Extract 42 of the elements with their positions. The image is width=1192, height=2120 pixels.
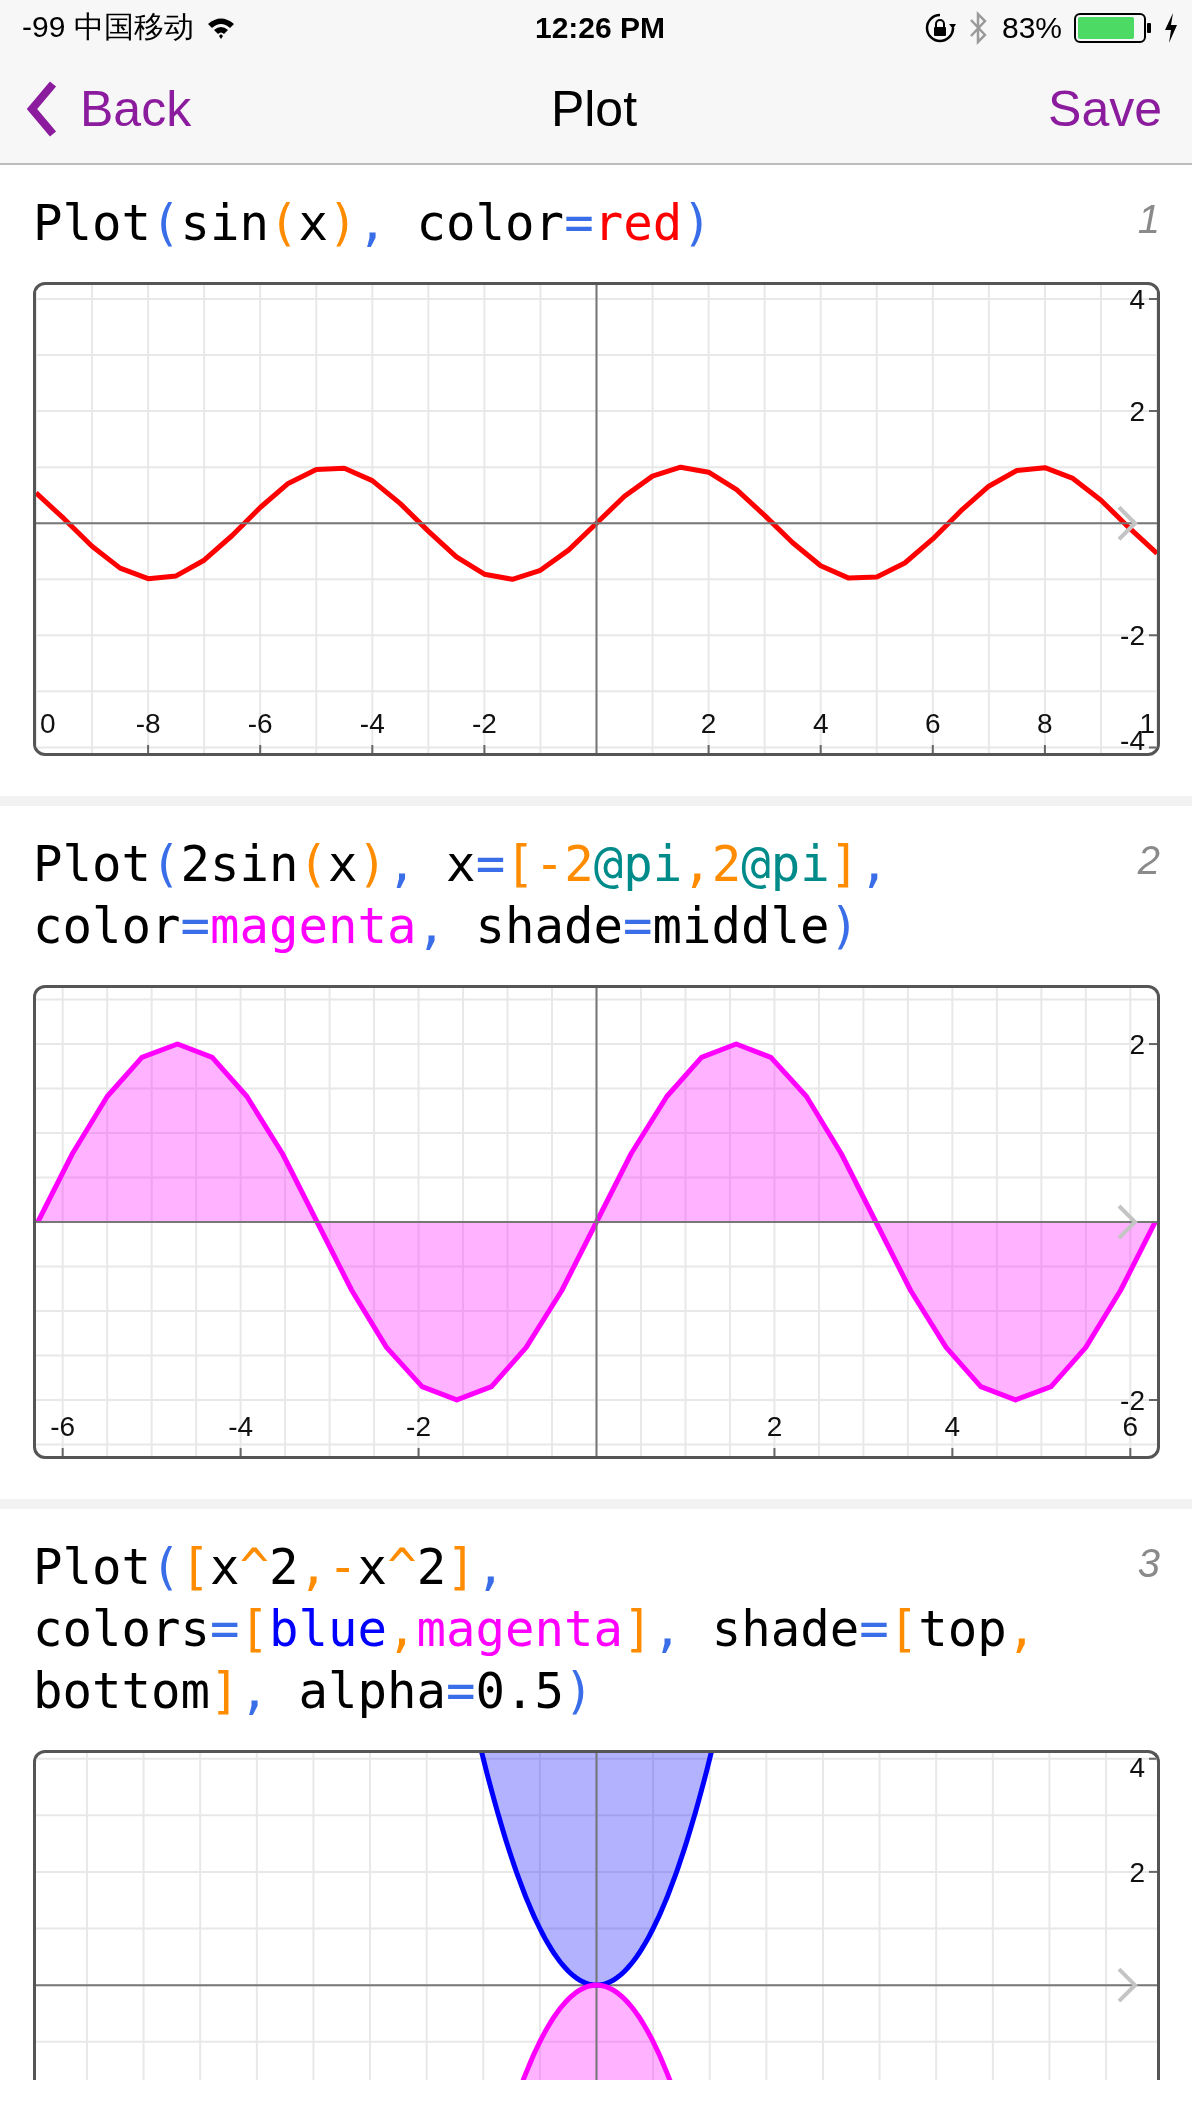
axis-label: 2 <box>1129 396 1145 428</box>
axis-label: 2 <box>700 708 717 739</box>
axis-label: 0 <box>40 708 56 739</box>
code-line: Plot(sin(x), color=red) <box>33 194 712 254</box>
code-line: bottom], alpha=0.5) <box>33 1662 595 1722</box>
entry-number: 3 <box>1137 1541 1160 1586</box>
axis-label: -4 <box>228 1411 254 1442</box>
chevron-right-icon[interactable] <box>1117 505 1138 541</box>
clock-time: 12:26 PM <box>534 10 666 45</box>
axis-label: -4 <box>359 708 385 739</box>
axis-label: 4 <box>944 1411 961 1442</box>
code-line: colors=[blue,magenta], shade=[top, <box>33 1600 1037 1660</box>
axis-label: -6 <box>247 708 273 739</box>
rotation-lock-icon <box>923 11 956 44</box>
charging-bolt-icon <box>1164 12 1178 43</box>
battery-icon <box>1074 12 1152 43</box>
axis-label: 2 <box>766 1411 783 1442</box>
axis-label: 4 <box>812 708 829 739</box>
axis-label: 2 <box>1129 1029 1145 1061</box>
chevron-left-icon <box>26 80 58 139</box>
axis-label: 4 <box>1129 1753 1145 1783</box>
axis-label: 6 <box>925 708 941 739</box>
code-line: color=magenta, shade=middle) <box>33 897 861 957</box>
axis-label: -6 <box>50 1411 76 1442</box>
entry-number: 1 <box>1137 197 1160 242</box>
code-line: Plot([x^2,-x^2], <box>33 1538 507 1598</box>
entry-number: 2 <box>1137 838 1160 883</box>
chevron-right-icon[interactable] <box>1117 1967 1138 2003</box>
battery-percent: 83% <box>1001 10 1062 45</box>
axis-label: -2 <box>406 1411 431 1442</box>
chevron-right-icon[interactable] <box>1117 1204 1138 1240</box>
save-button[interactable]: Save <box>1048 80 1162 139</box>
axis-label: -2 <box>471 708 497 739</box>
axis-label: 8 <box>1037 708 1053 739</box>
page-title: Plot <box>550 80 638 139</box>
back-button[interactable]: Back <box>26 80 192 139</box>
axis-label: -8 <box>135 708 161 739</box>
axis-label: 2 <box>1129 1856 1145 1888</box>
axis-label: -2 <box>1120 620 1145 652</box>
axis-label: 4 <box>1129 285 1145 315</box>
code-line: Plot(2sin(x), x=[-2@pi,2@pi], <box>33 835 889 895</box>
carrier-label: -99 中国移动 <box>22 9 194 46</box>
